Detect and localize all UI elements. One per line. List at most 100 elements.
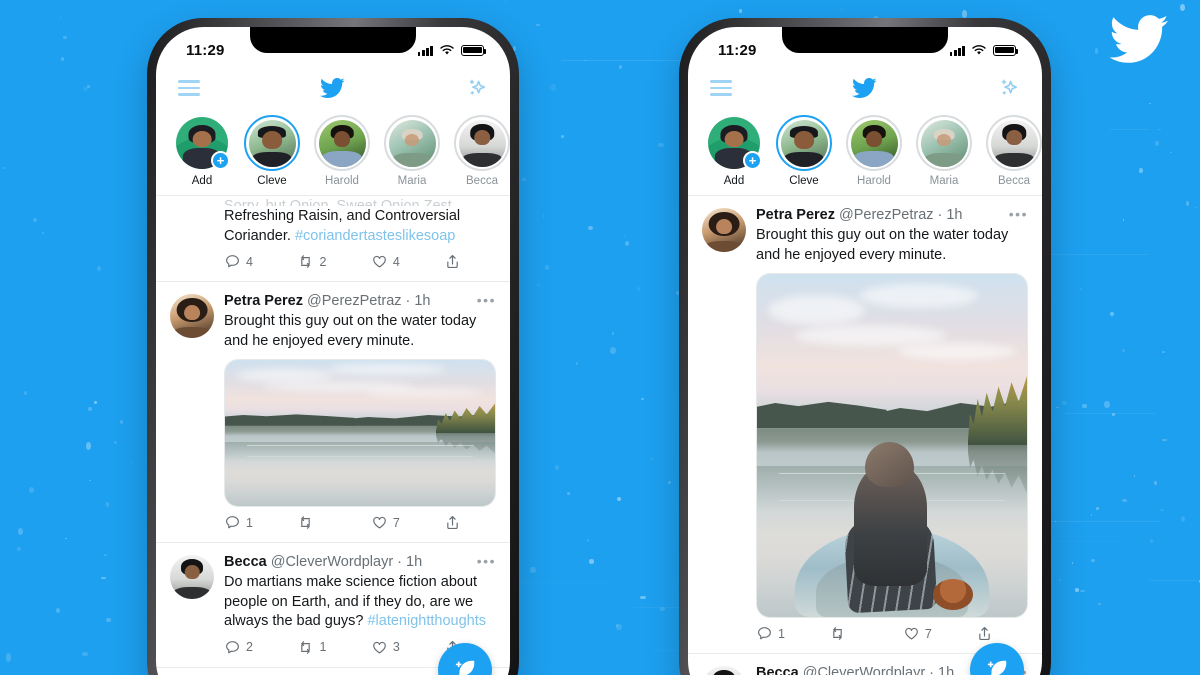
reply-action-count: 2 [246, 640, 253, 654]
fleet-item-maria[interactable]: Maria [384, 115, 440, 187]
status-time: 11:29 [186, 41, 225, 59]
reply-action-count: 4 [246, 254, 253, 269]
reply-action-count: 1 [246, 515, 253, 530]
fleet-item-becca[interactable]: Becca [986, 115, 1042, 187]
avatar[interactable] [702, 208, 746, 252]
fleets-row[interactable]: + Add Cleve Harold Maria Becca [156, 109, 510, 196]
menu-icon[interactable] [710, 80, 732, 96]
sparkle-icon[interactable] [463, 76, 488, 101]
like-icon[interactable] [903, 625, 920, 642]
lake-photo [225, 360, 495, 506]
avatar[interactable] [170, 198, 214, 242]
twitter-bird-icon[interactable] [849, 75, 879, 101]
table-row[interactable]: Petra Perez @PerezPetraz · 1h ••• Brought th… [156, 282, 510, 543]
retweet-icon[interactable] [297, 639, 314, 656]
tweet-text-clipped: Sorry, but Onion, Sweet Onion Zest, [224, 198, 456, 206]
tweet-author-handle[interactable]: @CleverWordplayr [803, 664, 925, 675]
fleet-item-becca[interactable]: Becca [454, 115, 510, 187]
sparkle-icon[interactable] [995, 76, 1020, 101]
more-options-icon[interactable]: ••• [469, 554, 496, 568]
menu-icon[interactable] [178, 80, 200, 96]
fleets-row[interactable]: + Add Cleve Harold Maria Becca [688, 109, 1042, 196]
retweet-action[interactable]: 1 [297, 639, 370, 656]
twitter-bird-icon[interactable] [317, 75, 347, 101]
add-fleet-icon[interactable]: + [211, 151, 230, 170]
reply-action[interactable]: 4 [224, 253, 297, 270]
fleet-ring [384, 115, 440, 171]
hashtag-link[interactable]: #coriandertasteslikesoap [295, 228, 455, 244]
retweet-action-count: 2 [319, 254, 327, 269]
reply-action[interactable]: 1 [756, 625, 829, 642]
fleet-item-harold[interactable]: Harold [846, 115, 902, 187]
retweet-icon[interactable] [829, 625, 846, 642]
tweet-text: Brought this guy out on the water today … [224, 313, 477, 349]
tweet-header: Becca@CleverWordplayr· 1h ••• [224, 553, 496, 572]
fleet-avatar [388, 119, 436, 167]
like-action[interactable]: 4 [371, 253, 444, 270]
add-fleet-icon[interactable]: + [743, 151, 762, 170]
hashtag-link[interactable]: #latenightthoughts [367, 613, 486, 629]
share-action[interactable] [976, 625, 1028, 642]
fleet-item-harold[interactable]: Harold [314, 115, 370, 187]
tweet-author-name[interactable]: Becca [224, 553, 267, 572]
tweet-author-handle[interactable]: @PerezPetraz [839, 206, 934, 225]
reply-icon[interactable] [224, 514, 241, 531]
fleet-ring [846, 115, 902, 171]
fleet-item-cleve[interactable]: Cleve [244, 115, 300, 187]
fleet-avatar [318, 119, 366, 167]
reply-icon[interactable] [224, 639, 241, 656]
like-icon[interactable] [371, 639, 388, 656]
feather-plus-icon [984, 657, 1010, 675]
share-icon[interactable] [444, 514, 461, 531]
tweet-media[interactable] [756, 273, 1028, 618]
timeline[interactable]: Petra Perez @PerezPetraz · 1h ••• Brought th… [688, 196, 1042, 675]
avatar[interactable] [702, 666, 746, 675]
more-options-icon[interactable]: ••• [1001, 207, 1028, 221]
tweet-actions: 17 [224, 507, 496, 538]
like-action[interactable]: 7 [371, 514, 444, 531]
tweet-media[interactable] [224, 359, 496, 507]
fleet-avatar [780, 119, 828, 167]
like-action[interactable]: 7 [903, 625, 976, 642]
fleet-ring [314, 115, 370, 171]
share-icon[interactable] [444, 253, 461, 270]
timeline[interactable]: Sorry, but Onion, Sweet Onion Zest, Refre… [156, 196, 510, 675]
share-action[interactable] [444, 253, 496, 270]
fleet-ring [986, 115, 1042, 171]
fleet-item-add[interactable]: + Add [174, 115, 230, 187]
reply-action[interactable]: 2 [224, 639, 297, 656]
more-options-icon[interactable]: ••• [469, 293, 496, 307]
like-action[interactable]: 3 [371, 639, 444, 656]
avatar[interactable] [170, 294, 214, 338]
tweet-author-name[interactable]: Becca [756, 664, 799, 675]
fleet-item-cleve[interactable]: Cleve [776, 115, 832, 187]
fleet-item-add[interactable]: + Add [706, 115, 762, 187]
fleet-item-maria[interactable]: Maria [916, 115, 972, 187]
retweet-action[interactable] [297, 514, 370, 531]
reply-action[interactable]: 1 [224, 514, 297, 531]
reply-icon[interactable] [756, 625, 773, 642]
tweet-author-name[interactable]: Petra Perez [756, 206, 835, 225]
reply-icon[interactable] [224, 253, 241, 270]
retweet-action-count: 1 [319, 640, 327, 654]
share-icon[interactable] [976, 625, 993, 642]
retweet-action[interactable] [829, 625, 902, 642]
like-icon[interactable] [371, 253, 388, 270]
notch [250, 27, 416, 53]
fleet-avatar [920, 119, 968, 167]
retweet-icon[interactable] [297, 514, 314, 531]
table-row[interactable]: Petra Perez @PerezPetraz · 1h ••• Brought th… [688, 196, 1042, 654]
table-row[interactable]: Sorry, but Onion, Sweet Onion Zest, Refre… [156, 196, 510, 282]
fleet-label: Harold [857, 175, 891, 187]
tweet-author-name[interactable]: Petra Perez [224, 292, 303, 311]
like-icon[interactable] [371, 514, 388, 531]
retweet-action[interactable]: 2 [297, 253, 370, 270]
tweet-timestamp: · 1h [405, 293, 431, 309]
tweet-author-handle[interactable]: @CleverWordplayr [271, 553, 393, 572]
app-header [688, 67, 1042, 109]
cellular-signal-icon [417, 45, 433, 56]
retweet-icon[interactable] [297, 253, 314, 270]
share-action[interactable] [444, 514, 496, 531]
tweet-author-handle[interactable]: @PerezPetraz [307, 292, 402, 311]
avatar[interactable] [170, 555, 214, 599]
